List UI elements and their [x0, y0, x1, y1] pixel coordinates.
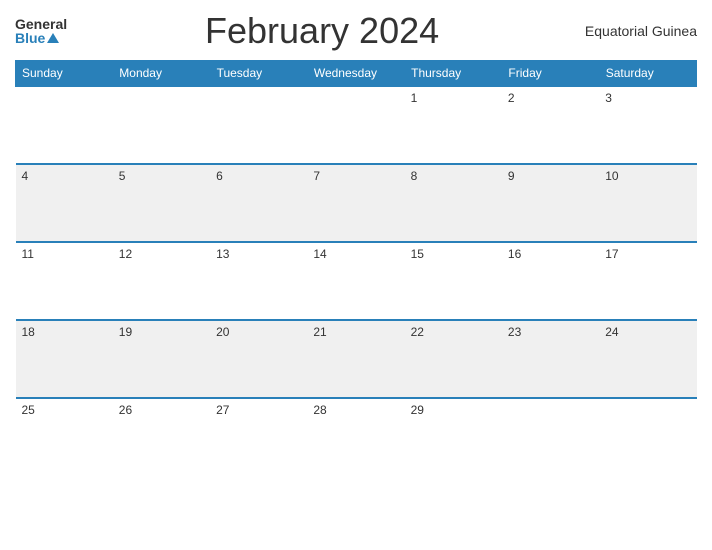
day-number-29: 29 — [411, 403, 424, 417]
day-cell-w2d7: 10 — [599, 164, 696, 242]
day-number-13: 13 — [216, 247, 229, 261]
day-cell-w2d6: 9 — [502, 164, 599, 242]
day-number-17: 17 — [605, 247, 618, 261]
day-number-23: 23 — [508, 325, 521, 339]
header-thursday: Thursday — [405, 61, 502, 87]
calendar-container: General Blue February 2024 Equatorial Gu… — [0, 0, 712, 550]
day-number-26: 26 — [119, 403, 132, 417]
day-number-16: 16 — [508, 247, 521, 261]
day-cell-w2d3: 6 — [210, 164, 307, 242]
header-friday: Friday — [502, 61, 599, 87]
day-cell-w3d5: 15 — [405, 242, 502, 320]
weekday-header-row: Sunday Monday Tuesday Wednesday Thursday… — [16, 61, 697, 87]
day-cell-w5d4: 28 — [307, 398, 404, 476]
day-cell-w5d7 — [599, 398, 696, 476]
day-cell-w1d3 — [210, 86, 307, 164]
day-number-14: 14 — [313, 247, 326, 261]
day-number-27: 27 — [216, 403, 229, 417]
day-cell-w1d5: 1 — [405, 86, 502, 164]
day-cell-w1d6: 2 — [502, 86, 599, 164]
day-number-20: 20 — [216, 325, 229, 339]
week-row-3: 11 12 13 14 15 16 17 — [16, 242, 697, 320]
day-number-4: 4 — [22, 169, 29, 183]
day-cell-w4d2: 19 — [113, 320, 210, 398]
day-cell-w3d2: 12 — [113, 242, 210, 320]
day-cell-w4d1: 18 — [16, 320, 113, 398]
day-cell-w5d2: 26 — [113, 398, 210, 476]
day-cell-w2d1: 4 — [16, 164, 113, 242]
month-title: February 2024 — [67, 10, 577, 52]
day-cell-w5d1: 25 — [16, 398, 113, 476]
day-number-2: 2 — [508, 91, 515, 105]
day-number-6: 6 — [216, 169, 223, 183]
day-number-28: 28 — [313, 403, 326, 417]
header-saturday: Saturday — [599, 61, 696, 87]
day-cell-w3d3: 13 — [210, 242, 307, 320]
day-cell-w2d2: 5 — [113, 164, 210, 242]
day-cell-w1d2 — [113, 86, 210, 164]
header-sunday: Sunday — [16, 61, 113, 87]
day-number-22: 22 — [411, 325, 424, 339]
day-number-10: 10 — [605, 169, 618, 183]
day-cell-w2d5: 8 — [405, 164, 502, 242]
day-number-7: 7 — [313, 169, 320, 183]
day-number-8: 8 — [411, 169, 418, 183]
day-number-18: 18 — [22, 325, 35, 339]
day-number-25: 25 — [22, 403, 35, 417]
day-number-9: 9 — [508, 169, 515, 183]
day-cell-w3d6: 16 — [502, 242, 599, 320]
day-number-3: 3 — [605, 91, 612, 105]
logo-triangle-icon — [47, 33, 59, 43]
day-cell-w4d4: 21 — [307, 320, 404, 398]
day-number-5: 5 — [119, 169, 126, 183]
day-number-21: 21 — [313, 325, 326, 339]
day-cell-w3d7: 17 — [599, 242, 696, 320]
day-cell-w5d5: 29 — [405, 398, 502, 476]
day-cell-w4d5: 22 — [405, 320, 502, 398]
header-tuesday: Tuesday — [210, 61, 307, 87]
calendar-header: General Blue February 2024 Equatorial Gu… — [15, 10, 697, 52]
header-monday: Monday — [113, 61, 210, 87]
day-number-12: 12 — [119, 247, 132, 261]
day-cell-w4d6: 23 — [502, 320, 599, 398]
day-cell-w1d7: 3 — [599, 86, 696, 164]
logo-blue-text: Blue — [15, 31, 45, 45]
logo: General Blue — [15, 17, 67, 45]
day-cell-w5d6 — [502, 398, 599, 476]
week-row-5: 25 26 27 28 29 — [16, 398, 697, 476]
day-cell-w3d4: 14 — [307, 242, 404, 320]
day-cell-w4d3: 20 — [210, 320, 307, 398]
day-number-15: 15 — [411, 247, 424, 261]
week-row-1: 1 2 3 — [16, 86, 697, 164]
day-number-19: 19 — [119, 325, 132, 339]
logo-general-text: General — [15, 17, 67, 31]
header-wednesday: Wednesday — [307, 61, 404, 87]
day-number-11: 11 — [22, 247, 34, 261]
day-cell-w2d4: 7 — [307, 164, 404, 242]
day-cell-w3d1: 11 — [16, 242, 113, 320]
week-row-2: 4 5 6 7 8 9 10 — [16, 164, 697, 242]
day-number-1: 1 — [411, 91, 418, 105]
day-cell-w5d3: 27 — [210, 398, 307, 476]
day-cell-w4d7: 24 — [599, 320, 696, 398]
country-name: Equatorial Guinea — [577, 23, 697, 39]
week-row-4: 18 19 20 21 22 23 24 — [16, 320, 697, 398]
day-cell-w1d4 — [307, 86, 404, 164]
day-number-24: 24 — [605, 325, 618, 339]
calendar-grid: Sunday Monday Tuesday Wednesday Thursday… — [15, 60, 697, 476]
day-cell-w1d1 — [16, 86, 113, 164]
